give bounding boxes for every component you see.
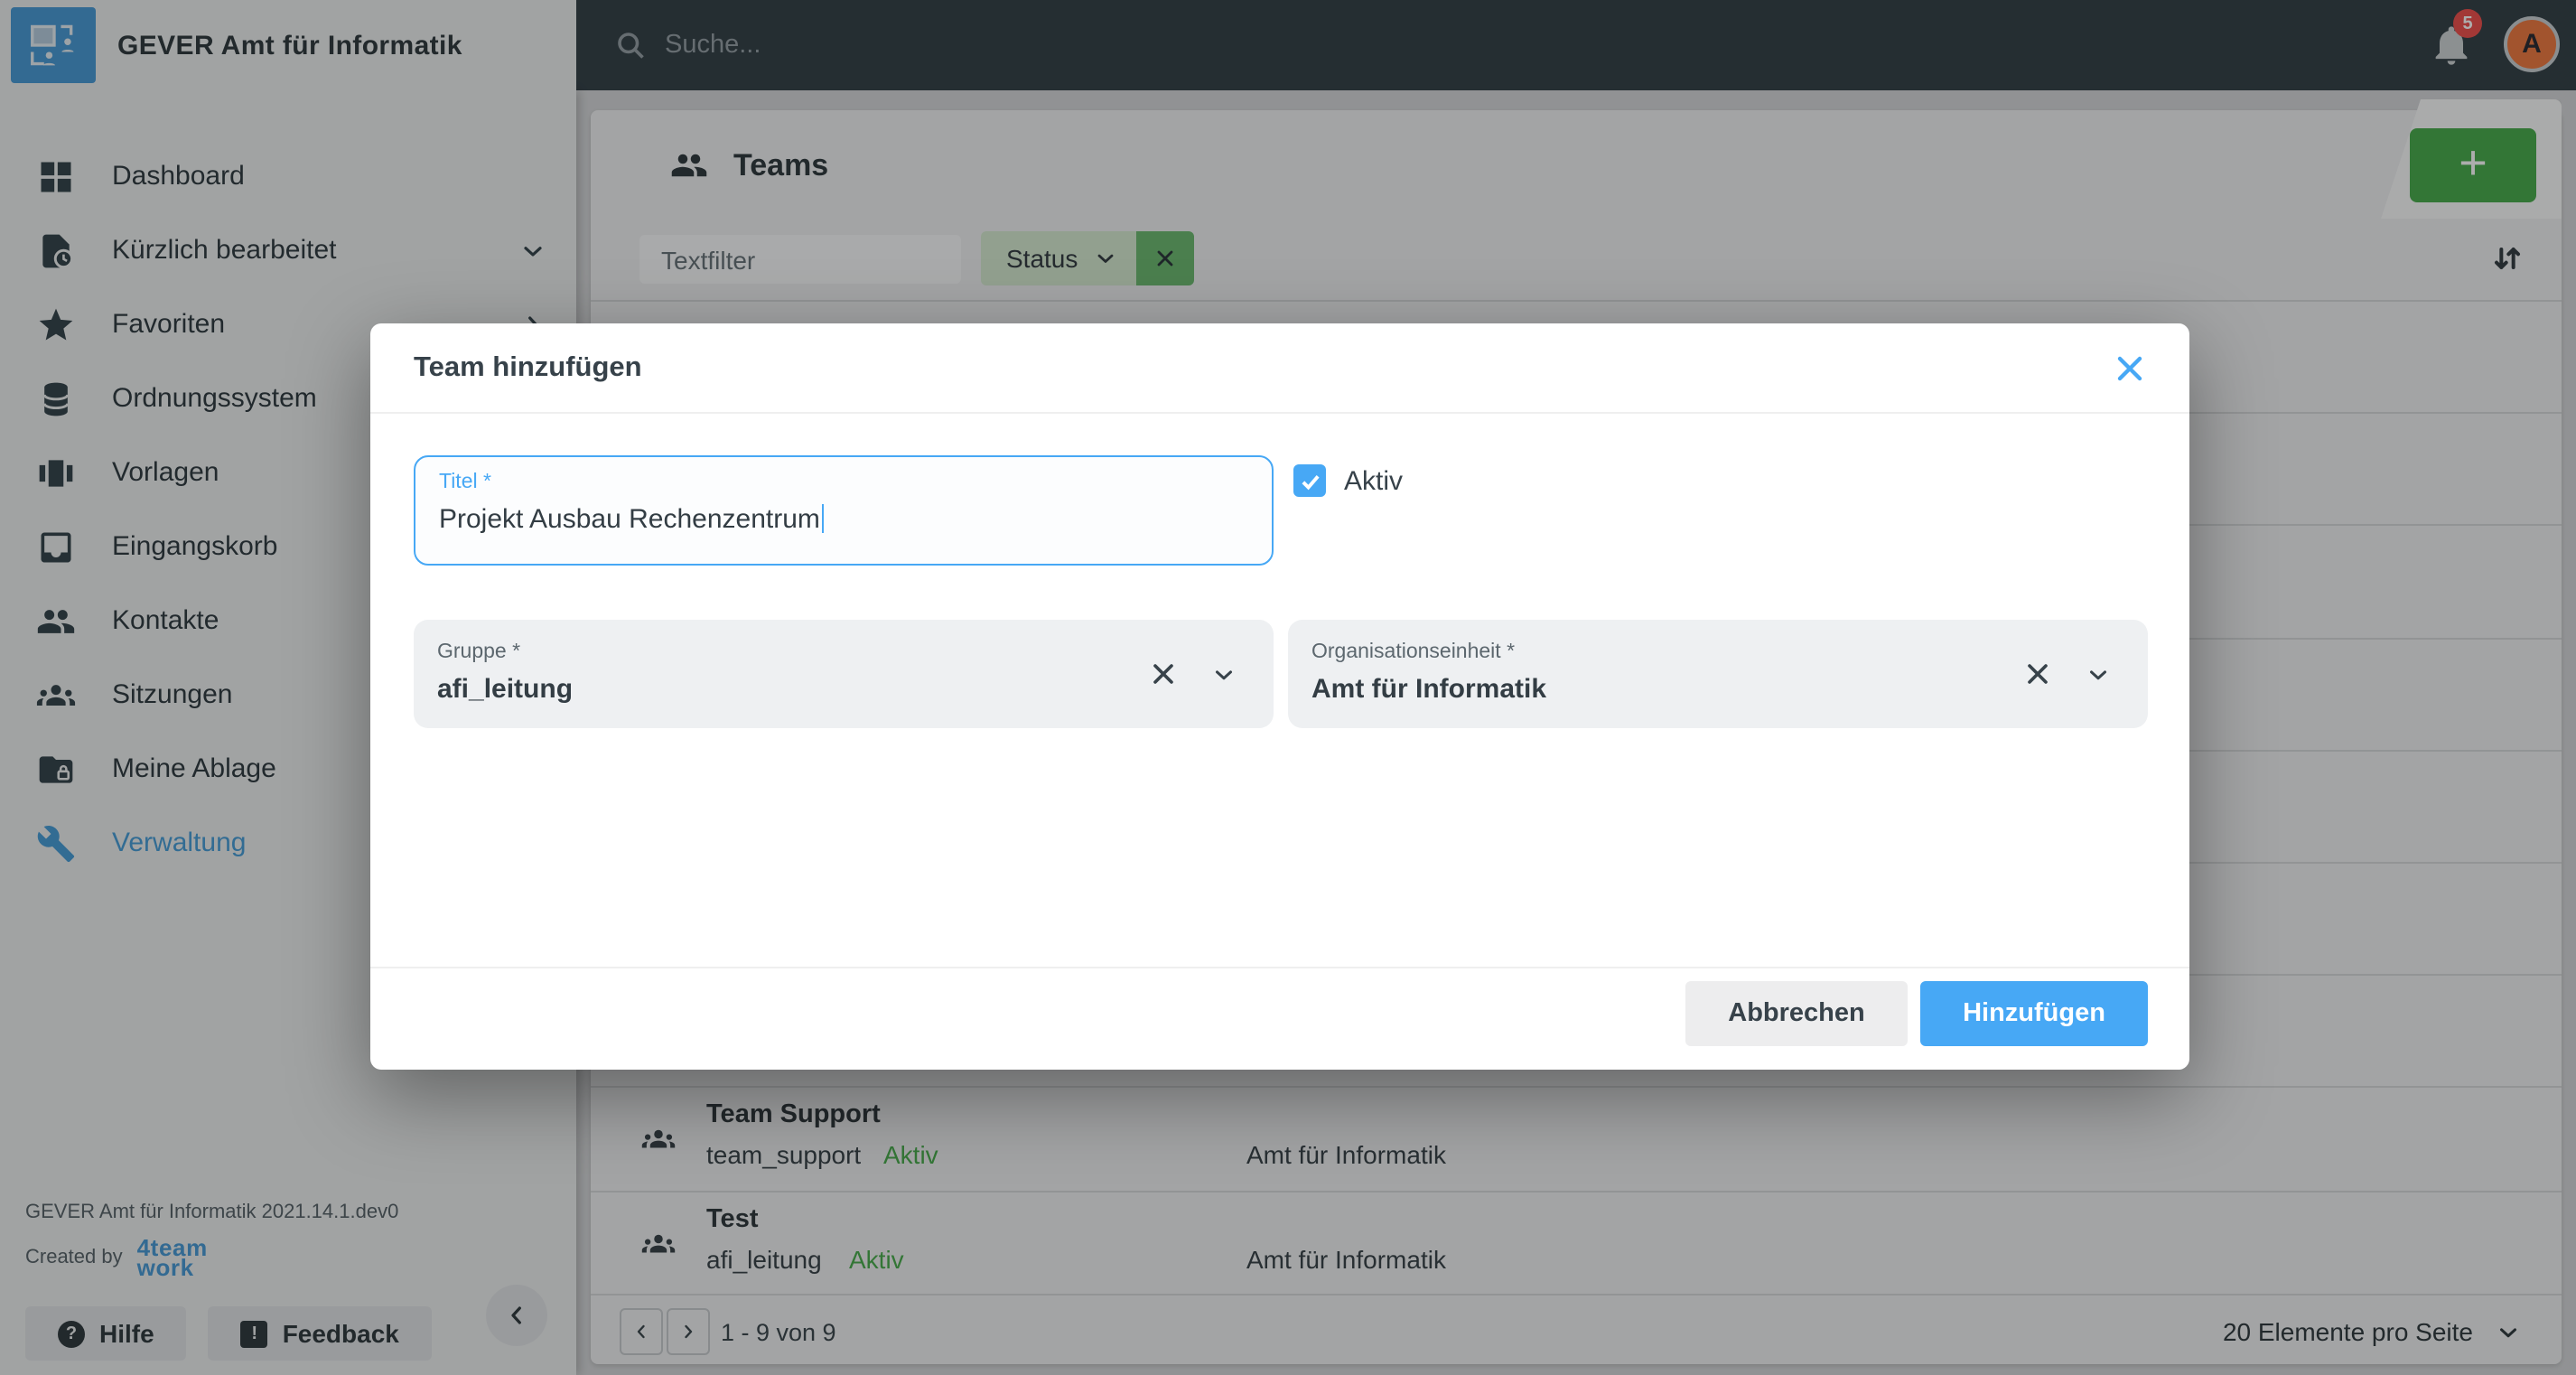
titel-label: Titel *	[439, 472, 491, 493]
text-caret	[822, 504, 825, 533]
close-icon[interactable]	[2110, 349, 2150, 388]
application-window: Suche... 5 A GEVER Amt für Informatik	[0, 0, 2576, 1375]
dialog-header: Team hinzufügen	[370, 323, 2189, 414]
submit-button[interactable]: Hinzufügen	[1920, 981, 2148, 1046]
chevron-down-icon[interactable]	[1210, 661, 1237, 688]
aktiv-checkbox[interactable]	[1293, 464, 1326, 497]
dialog-title: Team hinzufügen	[414, 352, 642, 385]
titel-field[interactable]: Titel * Projekt Ausbau Rechenzentrum	[414, 455, 1274, 566]
dialog-footer: Abbrechen Hinzufügen	[370, 967, 2189, 1070]
gruppe-select[interactable]: Gruppe * afi_leitung	[414, 620, 1274, 728]
titel-value: Projekt Ausbau Rechenzentrum	[439, 504, 825, 535]
clear-org-icon[interactable]	[2021, 658, 2054, 690]
aktiv-label: Aktiv	[1344, 466, 1403, 497]
chevron-down-icon[interactable]	[2085, 661, 2112, 688]
clear-gruppe-icon[interactable]	[1147, 658, 1180, 690]
add-team-dialog: Team hinzufügen Titel * Projekt Ausbau R…	[370, 323, 2189, 1070]
organisationseinheit-select[interactable]: Organisationseinheit * Amt für Informati…	[1288, 620, 2148, 728]
cancel-button[interactable]: Abbrechen	[1685, 981, 1908, 1046]
checkmark-icon	[1298, 469, 1321, 492]
